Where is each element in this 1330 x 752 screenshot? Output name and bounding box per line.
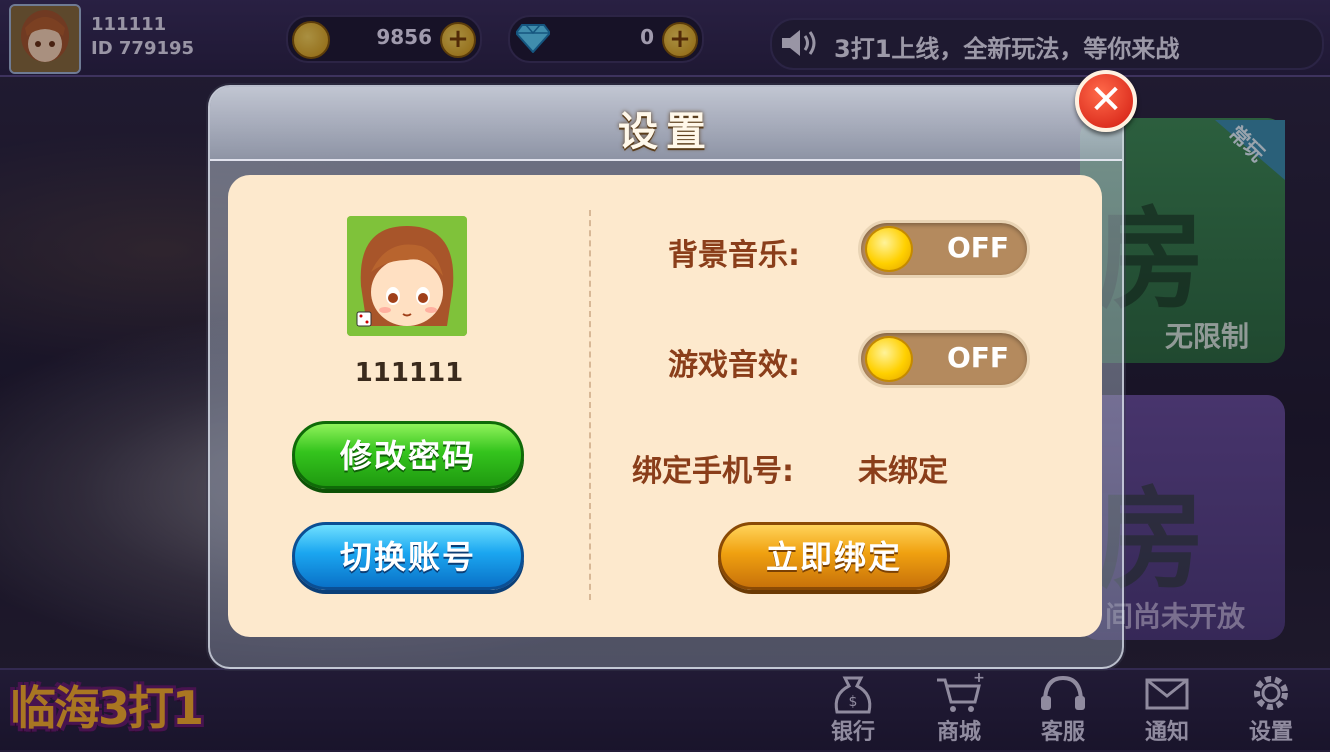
sound-fx-label: 游戏音效: bbox=[668, 348, 800, 383]
bind-now-button[interactable]: 立即绑定 bbox=[718, 522, 950, 590]
avatar-girl-icon bbox=[347, 216, 467, 336]
bg-music-label: 背景音乐: bbox=[668, 238, 800, 273]
toggle-knob bbox=[865, 336, 913, 382]
dialog-title: 设置 bbox=[618, 109, 714, 155]
sound-fx-toggle[interactable]: OFF bbox=[858, 330, 1030, 388]
sound-fx-state: OFF bbox=[946, 341, 1009, 374]
profile-name: 111111 bbox=[354, 358, 464, 388]
bg-music-state: OFF bbox=[946, 231, 1009, 264]
switch-account-button[interactable]: 切换账号 bbox=[292, 522, 524, 590]
phone-bind-status: 未绑定 bbox=[858, 454, 948, 489]
panel-divider bbox=[589, 210, 591, 600]
profile-avatar bbox=[347, 216, 467, 336]
phone-bind-label: 绑定手机号: bbox=[632, 454, 794, 489]
toggle-knob bbox=[865, 226, 913, 272]
change-password-button[interactable]: 修改密码 bbox=[292, 421, 524, 489]
close-button[interactable]: ✕ bbox=[1075, 70, 1137, 132]
bg-music-toggle[interactable]: OFF bbox=[858, 220, 1030, 278]
